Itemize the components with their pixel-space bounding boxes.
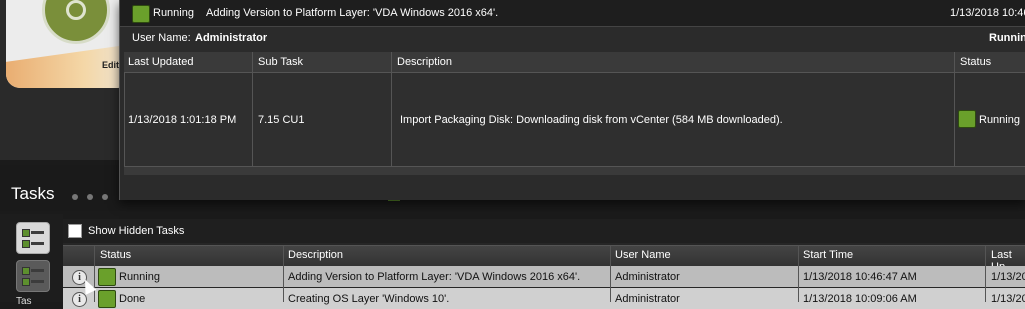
tasks-title: Tasks — [11, 184, 55, 203]
col-divider — [985, 245, 986, 302]
subtask-description: Import Packaging Disk: Downloading disk … — [400, 114, 783, 126]
col-divider — [252, 52, 253, 166]
col-divider — [94, 245, 95, 302]
subtask-name: 7.15 CU1 — [258, 114, 305, 126]
col-description[interactable]: Description — [288, 249, 343, 261]
status-done-icon — [98, 290, 116, 308]
col-divider — [798, 245, 799, 302]
row-status: Running — [119, 271, 160, 283]
tasks-toolbar — [63, 219, 1025, 243]
subtask-last-updated: 1/13/2018 1:01:18 PM — [128, 114, 237, 126]
task-detail-popup[interactable]: Running Adding Version to Platform Layer… — [119, 0, 1025, 200]
col-status[interactable]: Status — [100, 249, 131, 261]
col-divider — [391, 52, 392, 166]
tasks-grid-header — [63, 245, 1025, 266]
app-tile[interactable]: Editi — [6, 0, 131, 88]
row-user: Administrator — [615, 271, 680, 283]
pager-dots[interactable] — [72, 191, 117, 203]
popup-status-right: Runnin — [989, 32, 1025, 44]
user-name-label: User Name: — [132, 32, 191, 44]
row-status: Done — [119, 293, 146, 305]
col-sub-task[interactable]: Sub Task — [258, 56, 303, 68]
dot[interactable] — [102, 194, 108, 200]
col-description[interactable]: Description — [397, 56, 452, 68]
popup-status: Running — [153, 7, 194, 19]
dot[interactable] — [72, 194, 78, 200]
subtask-status: Running — [979, 114, 1020, 126]
col-divider — [954, 52, 955, 166]
col-start-time[interactable]: Start Time — [803, 249, 853, 261]
show-hidden-checkbox[interactable] — [68, 224, 82, 238]
popup-task-name: Adding Version to Platform Layer: 'VDA W… — [206, 7, 499, 19]
row-description: Adding Version to Platform Layer: 'VDA W… — [288, 271, 581, 283]
status-running-icon — [958, 110, 976, 128]
popup-date: 1/13/2018 10:46 — [950, 7, 1025, 19]
dot[interactable] — [87, 194, 93, 200]
disc-icon — [42, 0, 110, 44]
col-divider — [610, 245, 611, 302]
row-user: Administrator — [615, 293, 680, 305]
row-start: 1/13/2018 10:46:47 AM — [803, 271, 917, 283]
row-description: Creating OS Layer 'Windows 10'. — [288, 293, 450, 305]
tasks-check-icon[interactable] — [16, 260, 50, 292]
col-last-updated[interactable]: Last Updated — [128, 56, 193, 68]
row-last: 1/13/20 — [991, 271, 1025, 283]
col-user-name[interactable]: User Name — [615, 249, 671, 261]
row-start: 1/13/2018 10:09:06 AM — [803, 293, 917, 305]
row-last: 1/13/20 — [991, 293, 1025, 305]
horizontal-scrollbar[interactable] — [124, 166, 1025, 175]
user-name-value: Administrator — [195, 32, 268, 44]
tasks-list-icon[interactable] — [16, 222, 50, 254]
col-status[interactable]: Status — [960, 56, 991, 68]
status-running-icon — [98, 268, 116, 286]
show-hidden-label[interactable]: Show Hidden Tasks — [88, 225, 184, 237]
col-divider — [283, 245, 284, 302]
status-running-icon — [132, 5, 150, 23]
